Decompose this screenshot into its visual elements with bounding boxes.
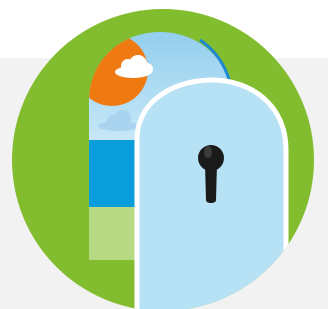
open-door-keyhole-icon xyxy=(12,9,314,309)
icon-canvas xyxy=(0,0,328,309)
